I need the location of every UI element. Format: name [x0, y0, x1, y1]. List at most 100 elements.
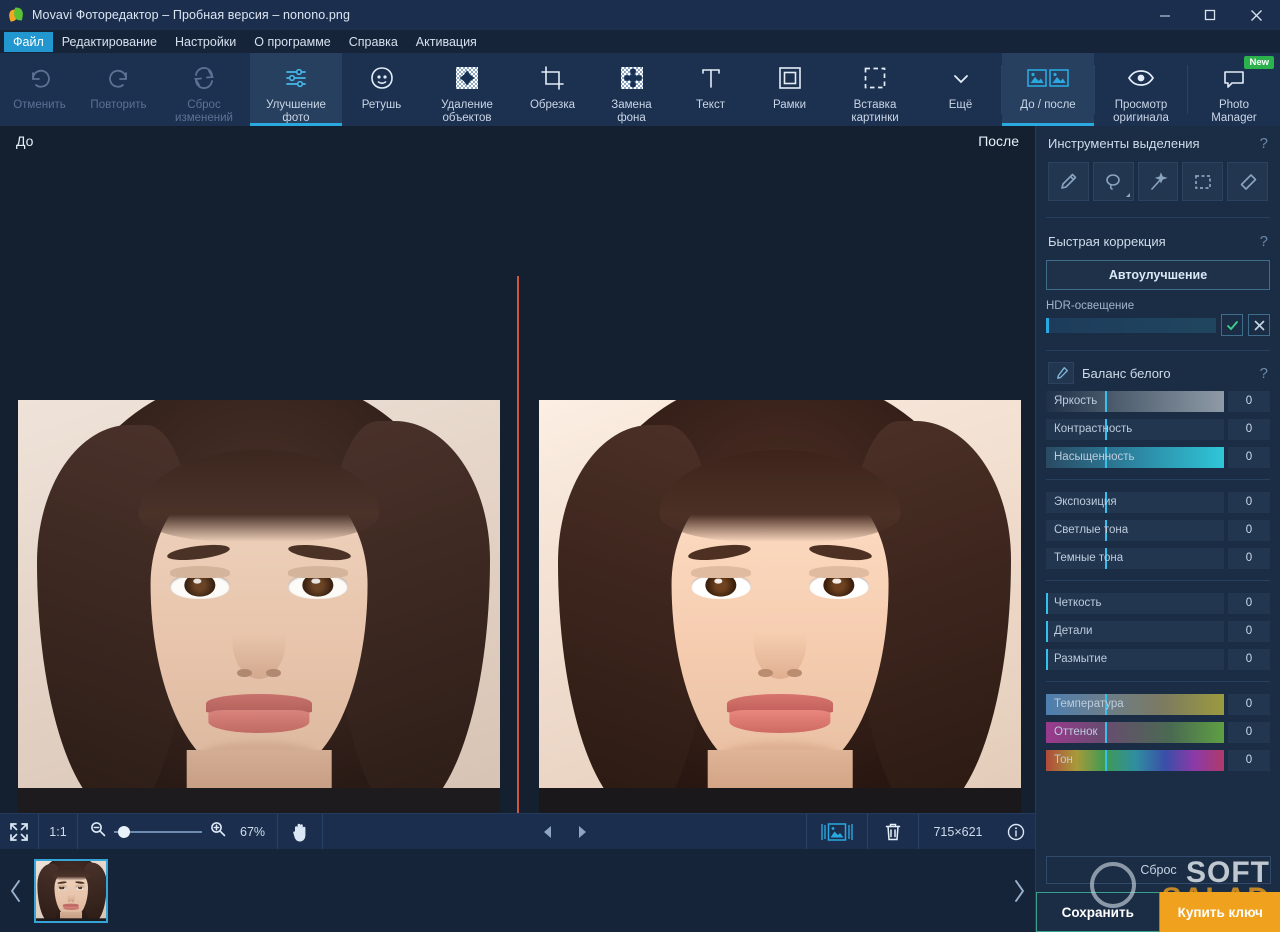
- menu-item-activation[interactable]: Активация: [407, 32, 486, 52]
- toolbar-before-after[interactable]: До / после: [1002, 53, 1094, 126]
- buy-key-button[interactable]: Купить ключ: [1160, 892, 1280, 932]
- brush-select-tool[interactable]: [1048, 162, 1089, 201]
- help-icon-selection[interactable]: ?: [1260, 135, 1268, 152]
- exposure-value[interactable]: 0: [1228, 492, 1270, 513]
- toolbar-frames[interactable]: Рамки: [750, 53, 829, 126]
- tint-slider[interactable]: Оттенок: [1046, 722, 1224, 743]
- toolbar-view-original[interactable]: Просмотр оригинала: [1095, 53, 1187, 126]
- insert-image-icon: [862, 62, 888, 94]
- close-icon[interactable]: [1232, 0, 1280, 30]
- next-image-button[interactable]: [565, 814, 599, 850]
- white-balance-header: Баланс белого ?: [1046, 357, 1270, 389]
- maximize-icon[interactable]: [1187, 0, 1232, 30]
- menu-item-about[interactable]: О программе: [245, 32, 339, 52]
- delete-image-button[interactable]: [868, 814, 918, 850]
- tint-value[interactable]: 0: [1228, 722, 1270, 743]
- slider-group-2: Экспозиция 0 Светлые тона 0: [1046, 490, 1270, 570]
- zoom-slider-handle[interactable]: [118, 826, 130, 838]
- toolbar-retouch[interactable]: Ретушь: [342, 53, 421, 126]
- temperature-value[interactable]: 0: [1228, 694, 1270, 715]
- contrast-value[interactable]: 0: [1228, 419, 1270, 440]
- toolbar-enhance-label: Улучшение фото: [266, 99, 326, 125]
- hue-value[interactable]: 0: [1228, 750, 1270, 771]
- toolbar-before-after-label: До / после: [1020, 99, 1075, 112]
- toolbar-background-label: Замена фона: [611, 99, 651, 125]
- hand-tool-button[interactable]: [278, 814, 322, 850]
- details-value[interactable]: 0: [1228, 621, 1270, 642]
- blur-slider[interactable]: Размытие: [1046, 649, 1224, 670]
- reset-button[interactable]: Сброс: [1046, 856, 1271, 884]
- sharpness-value[interactable]: 0: [1228, 593, 1270, 614]
- zoom-slider[interactable]: [114, 831, 202, 833]
- toolbar-reset-changes[interactable]: Сброс изменений: [158, 53, 250, 126]
- rectangle-select-tool[interactable]: [1182, 162, 1223, 201]
- actual-size-button[interactable]: 1:1: [39, 814, 77, 850]
- sharpness-label: Четкость: [1054, 593, 1102, 614]
- saturation-value[interactable]: 0: [1228, 447, 1270, 468]
- filmstrip-thumbnail[interactable]: [34, 859, 108, 923]
- hdr-lighting-row: [1046, 314, 1270, 336]
- toolbar-insert-image[interactable]: Вставка картинки: [829, 53, 921, 126]
- toolbar-background-change[interactable]: Замена фона: [592, 53, 671, 126]
- info-button[interactable]: [997, 814, 1035, 850]
- toolbar-redo[interactable]: Повторить: [79, 53, 158, 126]
- saturation-slider[interactable]: Насыщенность: [1046, 447, 1224, 468]
- toolbar-object-removal[interactable]: Удаление объектов: [421, 53, 513, 126]
- exposure-slider[interactable]: Экспозиция: [1046, 492, 1224, 513]
- menu-item-file[interactable]: Файл: [4, 32, 53, 52]
- hue-slider[interactable]: Тон: [1046, 750, 1224, 771]
- highlights-label: Светлые тона: [1054, 520, 1128, 541]
- shadows-slider[interactable]: Темные тона: [1046, 548, 1224, 569]
- auto-enhance-button[interactable]: Автоулучшение: [1046, 260, 1270, 290]
- contrast-slider[interactable]: Контрастность: [1046, 419, 1224, 440]
- zoom-out-icon[interactable]: [90, 821, 106, 842]
- hdr-slider-handle[interactable]: [1046, 318, 1049, 333]
- lasso-select-tool[interactable]: [1093, 162, 1134, 201]
- before-after-split-handle[interactable]: [517, 276, 519, 813]
- hdr-cancel-button[interactable]: [1248, 314, 1270, 336]
- eraser-tool[interactable]: [1227, 162, 1268, 201]
- blur-value[interactable]: 0: [1228, 649, 1270, 670]
- fit-screen-button[interactable]: [0, 814, 38, 850]
- filmstrip-next-button[interactable]: [1003, 849, 1035, 932]
- menu-item-edit[interactable]: Редактирование: [53, 32, 166, 52]
- hdr-apply-button[interactable]: [1221, 314, 1243, 336]
- shadows-value[interactable]: 0: [1228, 548, 1270, 569]
- sharpness-slider[interactable]: Четкость: [1046, 593, 1224, 614]
- eyedropper-icon[interactable]: [1048, 362, 1074, 384]
- toolbar-photo-manager[interactable]: New Photo Manager: [1188, 53, 1280, 126]
- toolbar-text[interactable]: Текст: [671, 53, 750, 126]
- highlights-value[interactable]: 0: [1228, 520, 1270, 541]
- filmstrip: [0, 849, 1035, 932]
- magic-wand-tool[interactable]: [1138, 162, 1179, 201]
- previous-image-button[interactable]: [531, 814, 565, 850]
- save-button[interactable]: Сохранить: [1036, 892, 1160, 932]
- after-image[interactable]: [539, 400, 1021, 813]
- toolbar-enhance-photo[interactable]: Улучшение фото: [250, 53, 342, 126]
- toolbar-undo[interactable]: Отменить: [0, 53, 79, 126]
- toolbar-crop[interactable]: Обрезка: [513, 53, 592, 126]
- zoom-in-icon[interactable]: [210, 821, 226, 842]
- hdr-lighting-slider[interactable]: [1046, 318, 1216, 333]
- menu-item-help[interactable]: Справка: [340, 32, 407, 52]
- brightness-slider[interactable]: Яркость: [1046, 391, 1224, 412]
- zoom-control[interactable]: 67%: [78, 821, 277, 842]
- filmstrip-prev-button[interactable]: [0, 849, 32, 932]
- help-icon-wb[interactable]: ?: [1260, 365, 1268, 382]
- action-buttons-row: Сохранить Купить ключ: [1036, 892, 1280, 932]
- brightness-value[interactable]: 0: [1228, 391, 1270, 412]
- image-canvas[interactable]: До После: [0, 126, 1035, 813]
- highlights-slider[interactable]: Светлые тона: [1046, 520, 1224, 541]
- toolbar-more[interactable]: Ещё: [921, 53, 1000, 126]
- details-slider[interactable]: Детали: [1046, 621, 1224, 642]
- help-icon-quick[interactable]: ?: [1260, 233, 1268, 250]
- before-label: До: [16, 133, 33, 149]
- before-image[interactable]: [18, 400, 500, 813]
- lasso-dropdown-arrow[interactable]: [1126, 193, 1130, 197]
- face-icon: [368, 62, 396, 94]
- temperature-slider[interactable]: Температура: [1046, 694, 1224, 715]
- menu-item-settings[interactable]: Настройки: [166, 32, 245, 52]
- minimize-icon[interactable]: [1142, 0, 1187, 30]
- filmstrip-toggle-button[interactable]: [807, 814, 867, 850]
- panel-divider-2: [1046, 350, 1270, 351]
